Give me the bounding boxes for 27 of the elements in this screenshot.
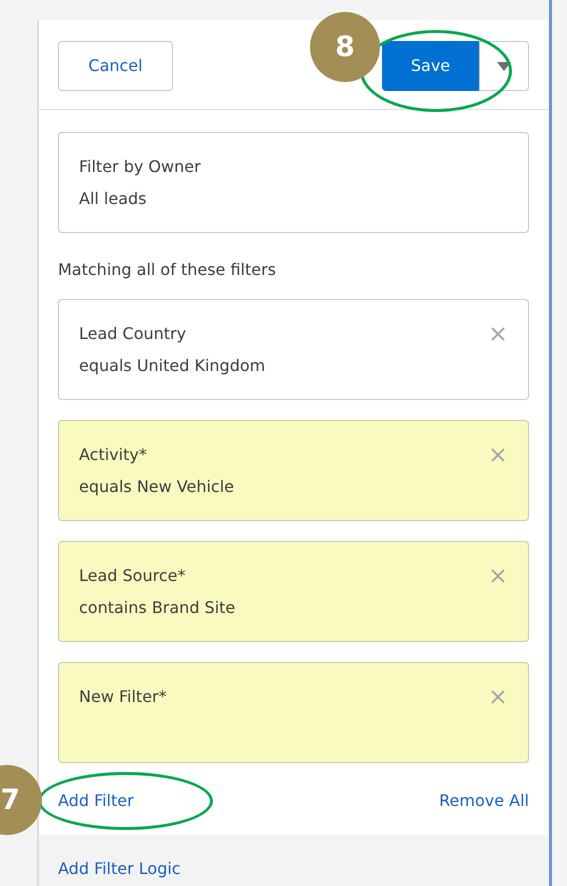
section-heading: Matching all of these filters <box>58 259 278 281</box>
save-button[interactable]: Save <box>382 41 479 91</box>
step-badge: 7 <box>0 765 42 835</box>
filter-field: Lead Source* <box>79 564 236 588</box>
filter-condition: equals New Vehicle <box>79 476 234 498</box>
owner-filter-card[interactable]: Filter by Owner All leads <box>58 132 529 233</box>
remove-all-link[interactable]: Remove All <box>439 789 529 813</box>
add-filter-logic-link[interactable]: Add Filter Logic <box>58 859 181 878</box>
filter-field: Activity* <box>79 443 234 467</box>
add-filter-link[interactable]: Add Filter <box>58 789 134 813</box>
filter-condition: contains Brand Site <box>79 597 236 619</box>
filter-card[interactable]: Lead Source* contains Brand Site <box>58 541 529 642</box>
filter-card[interactable]: New Filter* <box>58 662 529 763</box>
close-icon[interactable] <box>490 447 506 463</box>
caret-down-icon <box>497 62 511 70</box>
close-icon[interactable] <box>490 326 506 342</box>
close-icon[interactable] <box>490 568 506 584</box>
filter-field: New Filter* <box>79 685 167 709</box>
close-icon[interactable] <box>490 689 506 705</box>
filter-value: All leads <box>79 188 148 210</box>
filter-card[interactable]: Activity* equals New Vehicle <box>58 420 529 521</box>
filter-field: Lead Country <box>79 322 266 346</box>
filter-card[interactable]: Lead Country equals United Kingdom <box>58 299 529 400</box>
save-options-button[interactable] <box>479 41 529 91</box>
filter-condition: equals United Kingdom <box>79 355 266 377</box>
filter-label: Filter by Owner <box>79 156 202 178</box>
cancel-button[interactable]: Cancel <box>58 41 173 91</box>
